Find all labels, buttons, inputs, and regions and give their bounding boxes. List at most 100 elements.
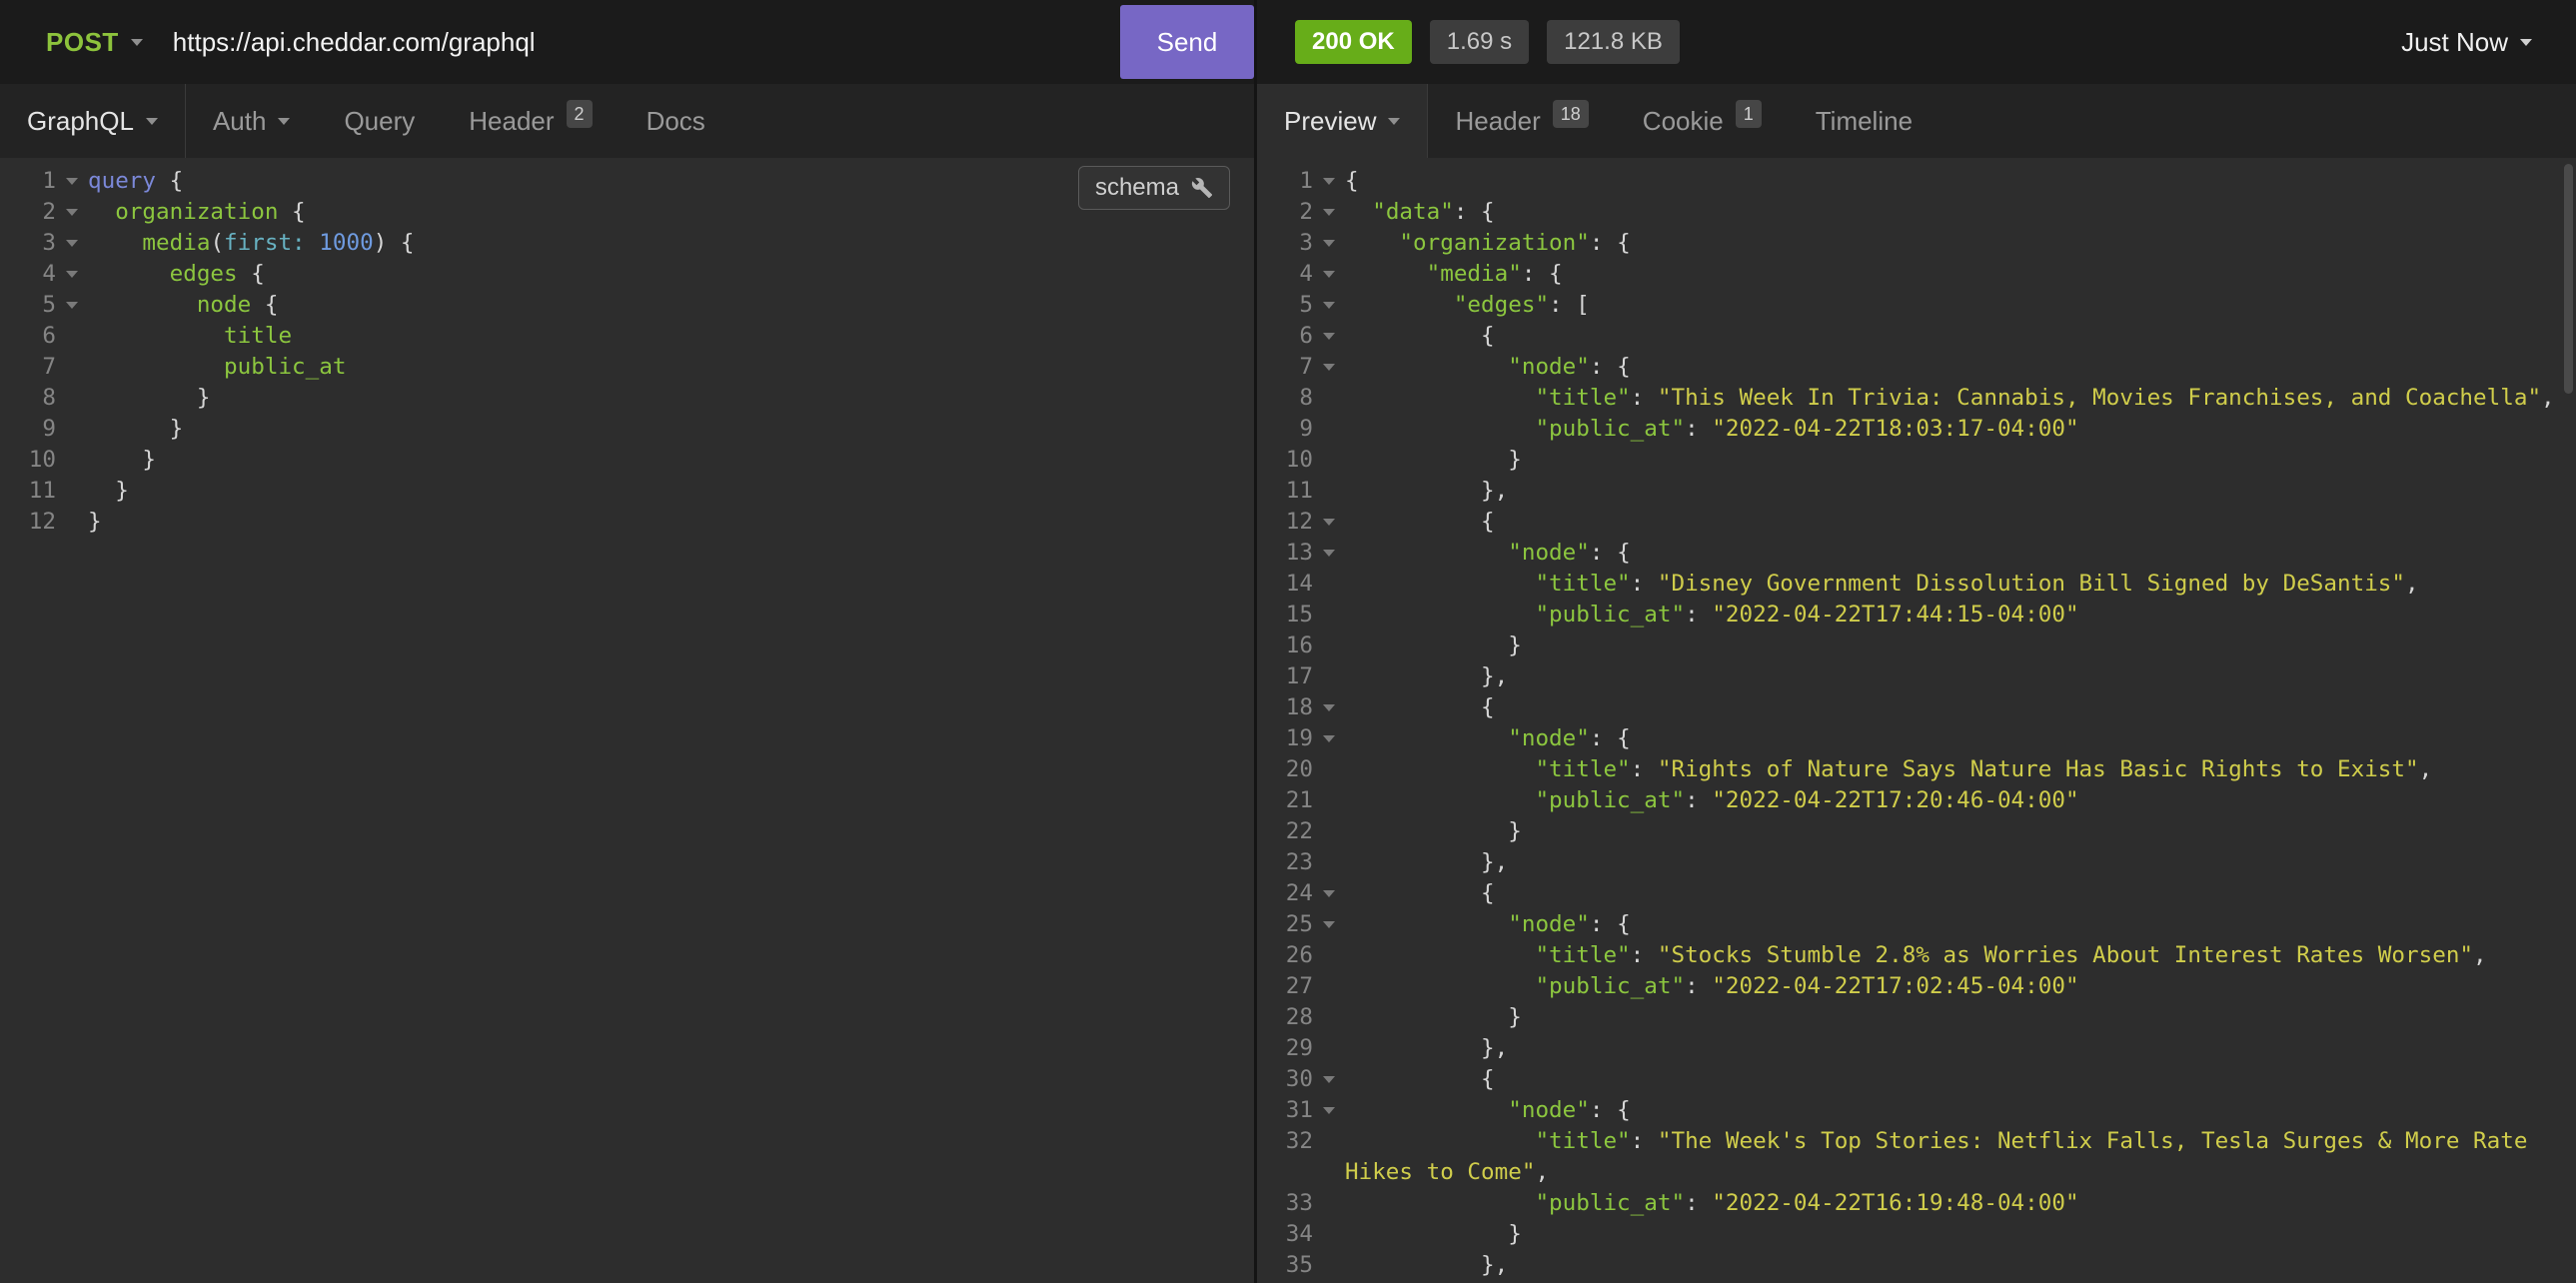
fold-arrow-icon[interactable]	[1323, 890, 1335, 897]
fold-cell	[1313, 692, 1345, 723]
fold-arrow-icon[interactable]	[1323, 209, 1335, 216]
line-number: 29	[1257, 1033, 1313, 1064]
tab-label: Auth	[213, 106, 267, 137]
scrollbar-thumb[interactable]	[2564, 164, 2573, 394]
url-input[interactable]: https://api.cheddar.com/graphql	[173, 27, 1120, 58]
schema-button[interactable]: schema	[1078, 166, 1230, 210]
fold-arrow-icon[interactable]	[1323, 364, 1335, 371]
gutter: 21	[1257, 785, 1345, 816]
tab-response-headers[interactable]: Header 18	[1428, 84, 1615, 158]
fold-arrow-icon[interactable]	[1323, 271, 1335, 278]
code-line: 7 public_at	[0, 352, 1254, 383]
line-number: 11	[1257, 476, 1313, 507]
fold-cell	[1313, 1126, 1345, 1188]
gutter: 10	[0, 445, 88, 476]
response-pane: Preview Header 18 Cookie 1 Timeline 1{2 …	[1257, 84, 2576, 1283]
line-number: 3	[1257, 228, 1313, 259]
code-line: 29 },	[1257, 1033, 2576, 1064]
fold-arrow-icon[interactable]	[1323, 240, 1335, 247]
gutter: 2	[1257, 197, 1345, 228]
fold-arrow-icon[interactable]	[66, 178, 78, 185]
tab-request-headers[interactable]: Header 2	[442, 84, 619, 158]
fold-cell	[1313, 1002, 1345, 1033]
fold-arrow-icon[interactable]	[66, 209, 78, 216]
code-text: "public_at": "2022-04-22T18:03:17-04:00"	[1345, 414, 2576, 445]
line-number: 21	[1257, 785, 1313, 816]
gutter: 6	[1257, 321, 1345, 352]
response-tab-bar: Preview Header 18 Cookie 1 Timeline	[1257, 84, 2576, 158]
line-number: 8	[0, 383, 56, 414]
gutter: 28	[1257, 1002, 1345, 1033]
send-button[interactable]: Send	[1120, 5, 1254, 79]
line-number: 9	[1257, 414, 1313, 445]
response-scrollbar[interactable]	[2562, 158, 2576, 1283]
gutter: 11	[1257, 476, 1345, 507]
code-text: "title": "Rights of Nature Says Nature H…	[1345, 754, 2576, 785]
code-text: "public_at": "2022-04-22T17:44:15-04:00"	[1345, 600, 2576, 631]
tab-timeline[interactable]: Timeline	[1789, 84, 1939, 158]
code-line: 3 media(first: 1000) {	[0, 228, 1254, 259]
code-line: 9 }	[0, 414, 1254, 445]
tab-docs[interactable]: Docs	[620, 84, 732, 158]
tab-cookies[interactable]: Cookie 1	[1616, 84, 1789, 158]
line-number: 13	[1257, 538, 1313, 569]
fold-cell	[56, 507, 88, 538]
gutter: 33	[1257, 1188, 1345, 1219]
gutter: 22	[1257, 816, 1345, 847]
tab-auth[interactable]: Auth	[186, 84, 318, 158]
fold-arrow-icon[interactable]	[1323, 178, 1335, 185]
tab-label: Header	[469, 106, 554, 137]
line-number: 18	[1257, 692, 1313, 723]
chevron-down-icon	[2520, 39, 2532, 46]
gutter: 9	[0, 414, 88, 445]
line-number: 17	[1257, 661, 1313, 692]
code-text: {	[1345, 1064, 2576, 1095]
fold-cell	[1313, 228, 1345, 259]
line-number: 10	[1257, 445, 1313, 476]
gutter: 26	[1257, 940, 1345, 971]
fold-arrow-icon[interactable]	[66, 302, 78, 309]
tab-label: Timeline	[1816, 106, 1913, 137]
line-number: 1	[1257, 166, 1313, 197]
preview-mode-dropdown[interactable]: Preview	[1257, 84, 1428, 158]
code-line: 11 },	[1257, 476, 2576, 507]
fold-arrow-icon[interactable]	[1323, 302, 1335, 309]
code-line: 10 }	[1257, 445, 2576, 476]
fold-arrow-icon[interactable]	[1323, 333, 1335, 340]
fold-cell	[56, 290, 88, 321]
fold-arrow-icon[interactable]	[66, 240, 78, 247]
tab-label: GraphQL	[27, 106, 134, 137]
tab-query[interactable]: Query	[317, 84, 442, 158]
history-dropdown[interactable]: Just Now	[2401, 27, 2576, 58]
fold-cell	[1313, 661, 1345, 692]
fold-cell	[1313, 940, 1345, 971]
tab-label: Query	[344, 106, 415, 137]
fold-arrow-icon[interactable]	[1323, 1076, 1335, 1083]
fold-arrow-icon[interactable]	[1323, 704, 1335, 711]
code-text: }	[88, 507, 1254, 538]
fold-arrow-icon[interactable]	[1323, 735, 1335, 742]
code-line: 8 }	[0, 383, 1254, 414]
gutter: 15	[1257, 600, 1345, 631]
method-dropdown[interactable]: POST	[0, 27, 143, 58]
body-type-dropdown[interactable]: GraphQL	[0, 84, 186, 158]
gutter: 1	[0, 166, 88, 197]
code-line: 18 {	[1257, 692, 2576, 723]
fold-cell	[1313, 538, 1345, 569]
fold-cell	[1313, 785, 1345, 816]
fold-cell	[56, 352, 88, 383]
code-text: },	[1345, 661, 2576, 692]
code-text: "edges": [	[1345, 290, 2576, 321]
fold-arrow-icon[interactable]	[1323, 921, 1335, 928]
code-line: 19 "node": {	[1257, 723, 2576, 754]
fold-arrow-icon[interactable]	[1323, 550, 1335, 557]
request-body-editor[interactable]: schema 1query {2 organization {3 media(f…	[0, 158, 1254, 1283]
fold-arrow-icon[interactable]	[66, 271, 78, 278]
fold-arrow-icon[interactable]	[1323, 519, 1335, 526]
code-line: 7 "node": {	[1257, 352, 2576, 383]
code-line: 12}	[0, 507, 1254, 538]
fold-arrow-icon[interactable]	[1323, 1107, 1335, 1114]
gutter: 1	[1257, 166, 1345, 197]
code-line: 12 {	[1257, 507, 2576, 538]
line-number: 33	[1257, 1188, 1313, 1219]
